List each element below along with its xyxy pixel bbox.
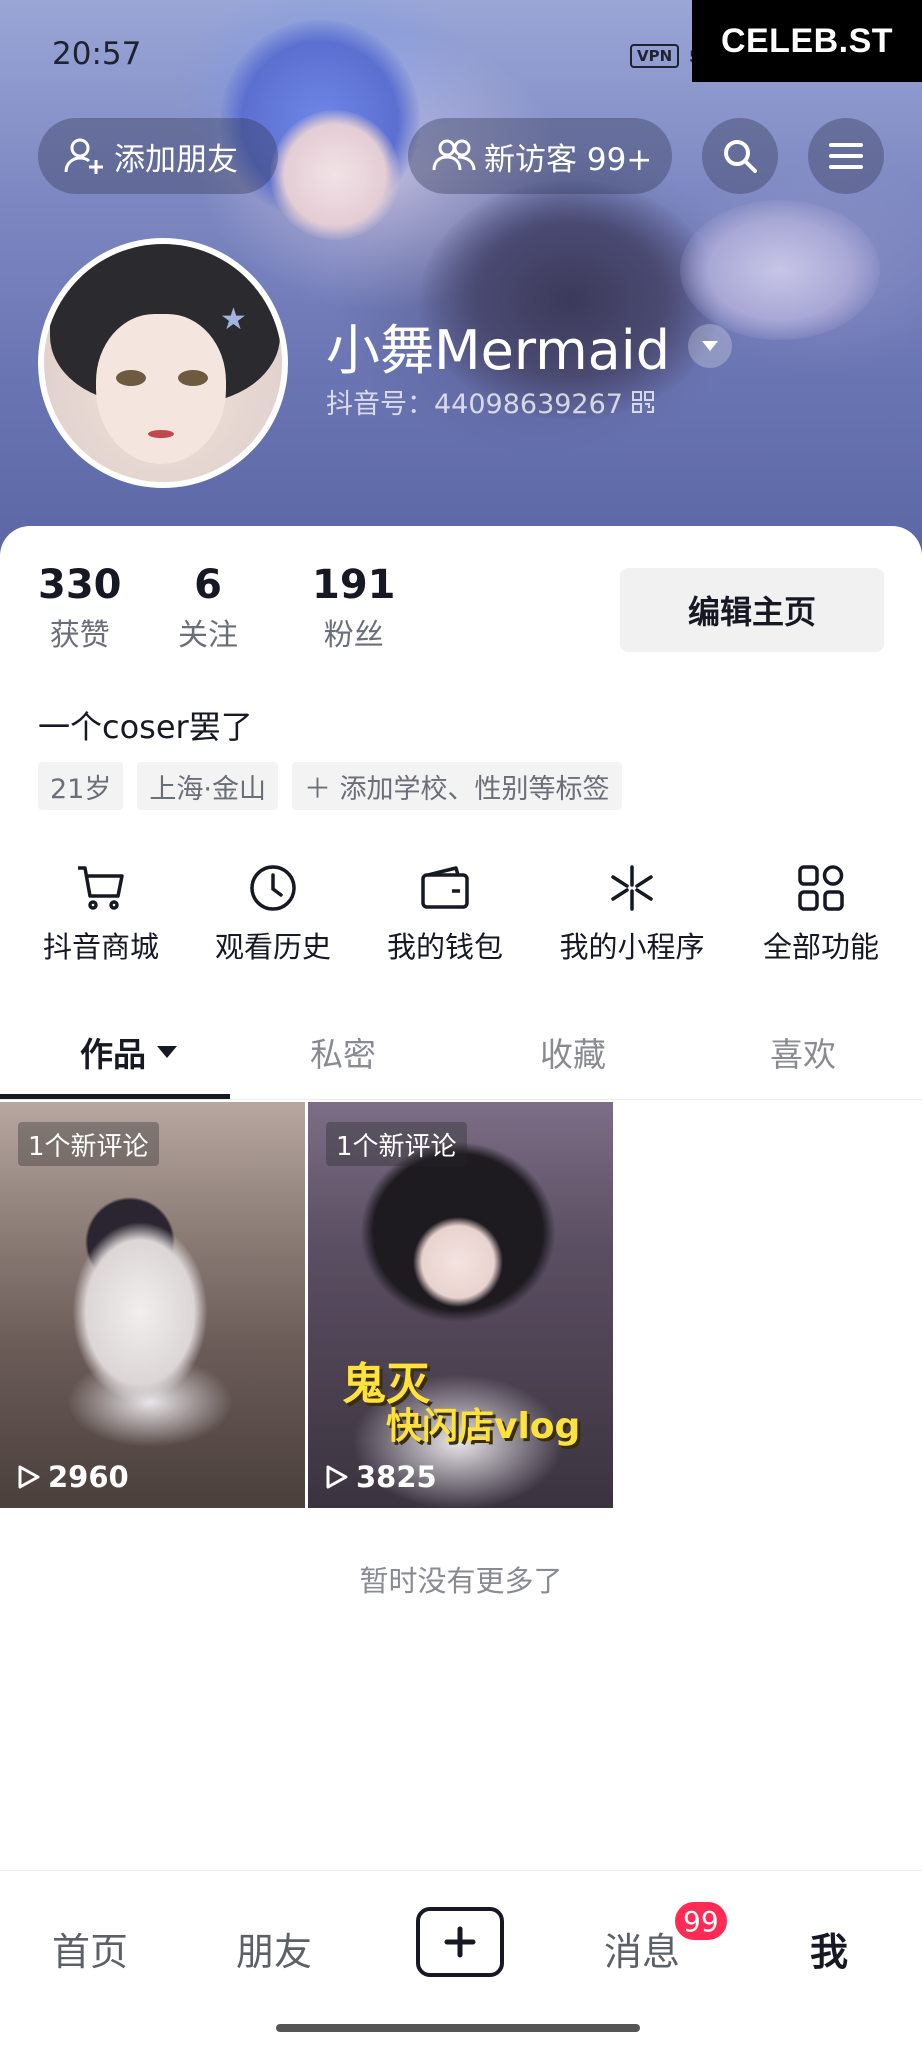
func-mini-program-label: 我的小程序: [559, 930, 705, 964]
menu-button[interactable]: [808, 118, 884, 194]
clock-icon: [250, 865, 296, 911]
func-history[interactable]: 观看历史: [210, 858, 336, 966]
bottom-nav: 首页 朋友 消息 99 我: [0, 1870, 922, 2048]
caret-down-icon: [702, 340, 719, 351]
func-all[interactable]: 全部功能: [756, 858, 886, 966]
visitors-icon: [432, 139, 476, 171]
func-history-label: 观看历史: [214, 930, 331, 964]
avatar[interactable]: ★: [38, 238, 288, 488]
stat-followers-label: 粉丝: [323, 618, 384, 653]
content-tabs: 作品 私密 收藏 喜欢: [0, 1010, 922, 1100]
status-time: 20:57: [52, 36, 142, 72]
banner-photo-face: [270, 110, 400, 240]
qrcode-icon: [631, 390, 654, 413]
avatar-lips: [148, 430, 174, 438]
tab-favorites[interactable]: 收藏: [540, 1028, 606, 1076]
cart-icon: [78, 866, 124, 910]
stat-followers-value: 191: [312, 562, 396, 608]
tab-likes[interactable]: 喜欢: [770, 1028, 836, 1076]
function-row: 抖音商城 观看历史 我的钱包 我的小程序 全部功能: [0, 858, 922, 968]
view-count-value: 2960: [48, 1460, 129, 1494]
watermark-logo: CELEB.ST: [692, 0, 922, 82]
nav-messages[interactable]: 消息: [604, 1921, 680, 1976]
nav-friends[interactable]: 朋友: [236, 1921, 312, 1976]
home-indicator: [276, 2024, 640, 2032]
tab-active-indicator: [0, 1094, 230, 1099]
no-more-text: 暂时没有更多了: [359, 1564, 563, 1598]
new-visitors-button[interactable]: 新访客 99+: [408, 118, 672, 194]
play-icon: [326, 1465, 348, 1489]
profile-username[interactable]: 小舞Mermaid: [326, 306, 733, 385]
func-all-label: 全部功能: [762, 930, 879, 964]
tag-age: 21岁: [38, 762, 124, 810]
caret-down-icon: [157, 1046, 177, 1058]
func-wallet[interactable]: 我的钱包: [382, 858, 508, 966]
messages-badge: 99: [672, 1899, 730, 1943]
func-wallet-label: 我的钱包: [386, 930, 503, 964]
new-visitors-label: 新访客 99+: [484, 141, 653, 178]
wallet-icon: [421, 866, 469, 909]
avatar-face: [96, 314, 226, 464]
status-icons: VPN 5: [630, 44, 700, 68]
nav-me[interactable]: 我: [810, 1921, 848, 1976]
video-thumbnail[interactable]: 1个新评论 2960: [0, 1102, 305, 1508]
avatar-eye-left: [116, 370, 146, 386]
tag-add-button[interactable]: ＋ 添加学校、性别等标签: [291, 762, 622, 810]
add-friend-button[interactable]: 添加朋友: [38, 118, 278, 194]
profile-tags: 21岁 上海·金山 ＋ 添加学校、性别等标签: [38, 762, 622, 810]
view-count-value: 3825: [356, 1460, 437, 1494]
tab-private[interactable]: 私密: [310, 1028, 376, 1076]
stat-likes-label: 获赞: [49, 618, 110, 653]
add-friend-icon: [64, 138, 103, 174]
account-switch-caret[interactable]: [688, 323, 733, 368]
video-overlay-title: 鬼灭 快闪店vlog: [342, 1359, 581, 1448]
avatar-hairpin: ★: [220, 302, 247, 337]
new-comment-badge: 1个新评论: [18, 1122, 159, 1166]
menu-icon: [829, 143, 863, 169]
play-icon: [18, 1465, 40, 1489]
edit-profile-button[interactable]: 编辑主页: [620, 568, 884, 652]
overlay-line-2: 快闪店vlog: [386, 1406, 581, 1448]
avatar-image: ★: [44, 244, 282, 482]
stat-following[interactable]: 6 关注: [178, 562, 238, 654]
create-post-button[interactable]: [416, 1907, 504, 1977]
func-mall[interactable]: 抖音商城: [38, 858, 164, 966]
mini-program-icon: [611, 865, 653, 911]
func-mall-label: 抖音商城: [42, 930, 159, 964]
stat-likes[interactable]: 330 获赞: [38, 562, 122, 654]
nav-home[interactable]: 首页: [52, 1921, 128, 1976]
douyin-id[interactable]: 抖音号：44098639267: [326, 382, 655, 421]
search-icon: [724, 140, 757, 173]
tab-works[interactable]: 作品: [80, 1028, 178, 1076]
view-count: 2960: [14, 1460, 129, 1494]
func-mini-program[interactable]: 我的小程序: [552, 858, 712, 966]
view-count: 3825: [322, 1460, 437, 1494]
stat-following-label: 关注: [178, 618, 238, 653]
stat-following-value: 6: [194, 562, 222, 608]
vpn-badge: VPN: [630, 44, 680, 68]
stat-likes-value: 330: [38, 562, 122, 608]
new-comment-badge: 1个新评论: [326, 1122, 467, 1166]
add-friend-label: 添加朋友: [114, 141, 238, 178]
plus-icon: [444, 1926, 476, 1958]
profile-banner[interactable]: 20:57 VPN 5 添加朋友 新访客 99+: [0, 0, 922, 560]
grid-icon: [798, 865, 844, 911]
douyin-id-text: 抖音号：44098639267: [326, 389, 623, 420]
video-thumbnail[interactable]: 1个新评论 鬼灭 快闪店vlog 3825: [308, 1102, 613, 1508]
tag-location: 上海·金山: [137, 762, 278, 810]
avatar-eye-right: [178, 370, 208, 386]
search-button[interactable]: [702, 118, 778, 194]
overlay-line-1: 鬼灭: [342, 1359, 430, 1410]
username-text: 小舞Mermaid: [326, 319, 671, 382]
tab-works-label: 作品: [80, 1035, 146, 1074]
stat-followers[interactable]: 191 粉丝: [312, 562, 396, 654]
profile-bio: 一个coser罢了: [38, 708, 253, 746]
